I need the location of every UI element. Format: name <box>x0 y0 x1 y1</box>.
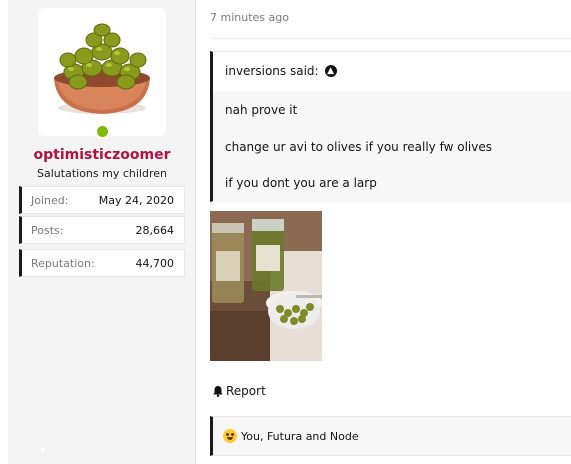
stat-posts: Posts: 28,664 <box>19 216 185 244</box>
quote-author-line[interactable]: inversions said: <box>225 64 319 78</box>
user-panel: optimisticzoomer Salutations my children… <box>8 0 196 464</box>
olive-jars-photo <box>210 211 322 361</box>
username-link[interactable]: optimisticzoomer <box>8 147 196 163</box>
laughing-emoji-icon <box>223 429 237 443</box>
stat-label: Posts: <box>31 223 64 237</box>
reactions-bar[interactable]: You, Futura and Node <box>210 416 571 456</box>
olive-bowl-avatar-image <box>38 8 166 136</box>
stat-label: Reputation: <box>31 256 95 270</box>
quote-line: change ur avi to olives if you really fw… <box>225 140 492 154</box>
stat-value: 28,664 <box>135 223 175 237</box>
stat-label: Joined: <box>31 193 69 207</box>
post-timestamp[interactable]: 7 minutes ago <box>210 11 289 24</box>
header-divider <box>210 38 571 39</box>
attached-photo[interactable] <box>210 211 322 361</box>
stat-value: 44,700 <box>135 256 175 270</box>
bell-icon <box>213 386 223 397</box>
quote-line: if you dont you are a larp <box>225 176 377 190</box>
decorative-dot <box>41 448 45 452</box>
quote-body: nah prove it change ur avi to olives if … <box>213 91 571 202</box>
stat-reputation: Reputation: 44,700 <box>19 249 185 277</box>
report-label: Report <box>226 384 266 398</box>
stat-joined: Joined: May 24, 2020 <box>19 186 185 214</box>
reactions-text[interactable]: You, Futura and Node <box>241 430 359 443</box>
user-avatar[interactable] <box>38 8 166 136</box>
online-status-indicator <box>95 124 110 139</box>
quote-block: inversions said: ▲ nah prove it change u… <box>210 51 571 202</box>
quote-line: nah prove it <box>225 103 298 117</box>
stat-value: May 24, 2020 <box>98 193 174 207</box>
arrow-up-circle-icon[interactable]: ▲ <box>324 65 337 77</box>
quote-header: inversions said: ▲ <box>213 52 571 90</box>
user-title: Salutations my children <box>37 167 167 180</box>
report-button[interactable]: Report <box>212 384 266 398</box>
